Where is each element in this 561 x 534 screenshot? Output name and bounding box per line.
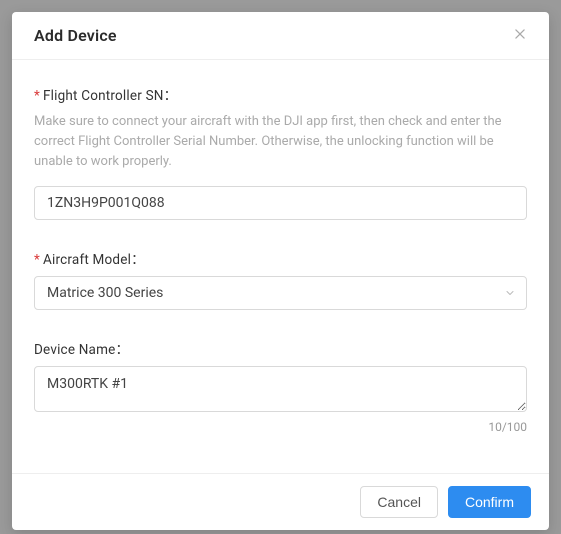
aircraft-model-select[interactable]: Matrice 300 Series (34, 276, 527, 310)
modal-body: *Flight Controller SN： Make sure to conn… (12, 60, 549, 473)
field-flight-sn: *Flight Controller SN： Make sure to conn… (34, 84, 527, 220)
device-name-counter: 10/100 (34, 420, 527, 434)
flight-sn-label: Flight Controller SN： (43, 88, 177, 104)
cancel-button[interactable]: Cancel (360, 486, 438, 518)
required-mark: * (34, 88, 40, 104)
device-name-label-row: Device Name： (34, 338, 527, 358)
aircraft-model-value: Matrice 300 Series (47, 285, 163, 301)
flight-sn-label-row: *Flight Controller SN： (34, 84, 527, 104)
aircraft-model-label-row: *Aircraft Model： (34, 248, 527, 268)
device-name-input[interactable] (34, 366, 527, 412)
flight-sn-help: Make sure to connect your aircraft with … (34, 112, 527, 172)
field-device-name: Device Name： 10/100 (34, 338, 527, 434)
close-icon (513, 27, 527, 44)
confirm-button[interactable]: Confirm (448, 486, 531, 518)
required-mark: * (34, 252, 40, 268)
device-name-label: Device Name： (34, 342, 129, 358)
chevron-down-icon (504, 287, 516, 299)
close-button[interactable] (513, 27, 527, 44)
flight-sn-input[interactable] (34, 186, 527, 220)
modal-header: Add Device (12, 12, 549, 60)
add-device-modal: Add Device *Flight Controller SN： Make s… (12, 12, 549, 530)
aircraft-model-label: Aircraft Model： (43, 252, 145, 268)
modal-title: Add Device (34, 26, 117, 45)
modal-footer: Cancel Confirm (12, 473, 549, 530)
field-aircraft-model: *Aircraft Model： Matrice 300 Series (34, 248, 527, 310)
